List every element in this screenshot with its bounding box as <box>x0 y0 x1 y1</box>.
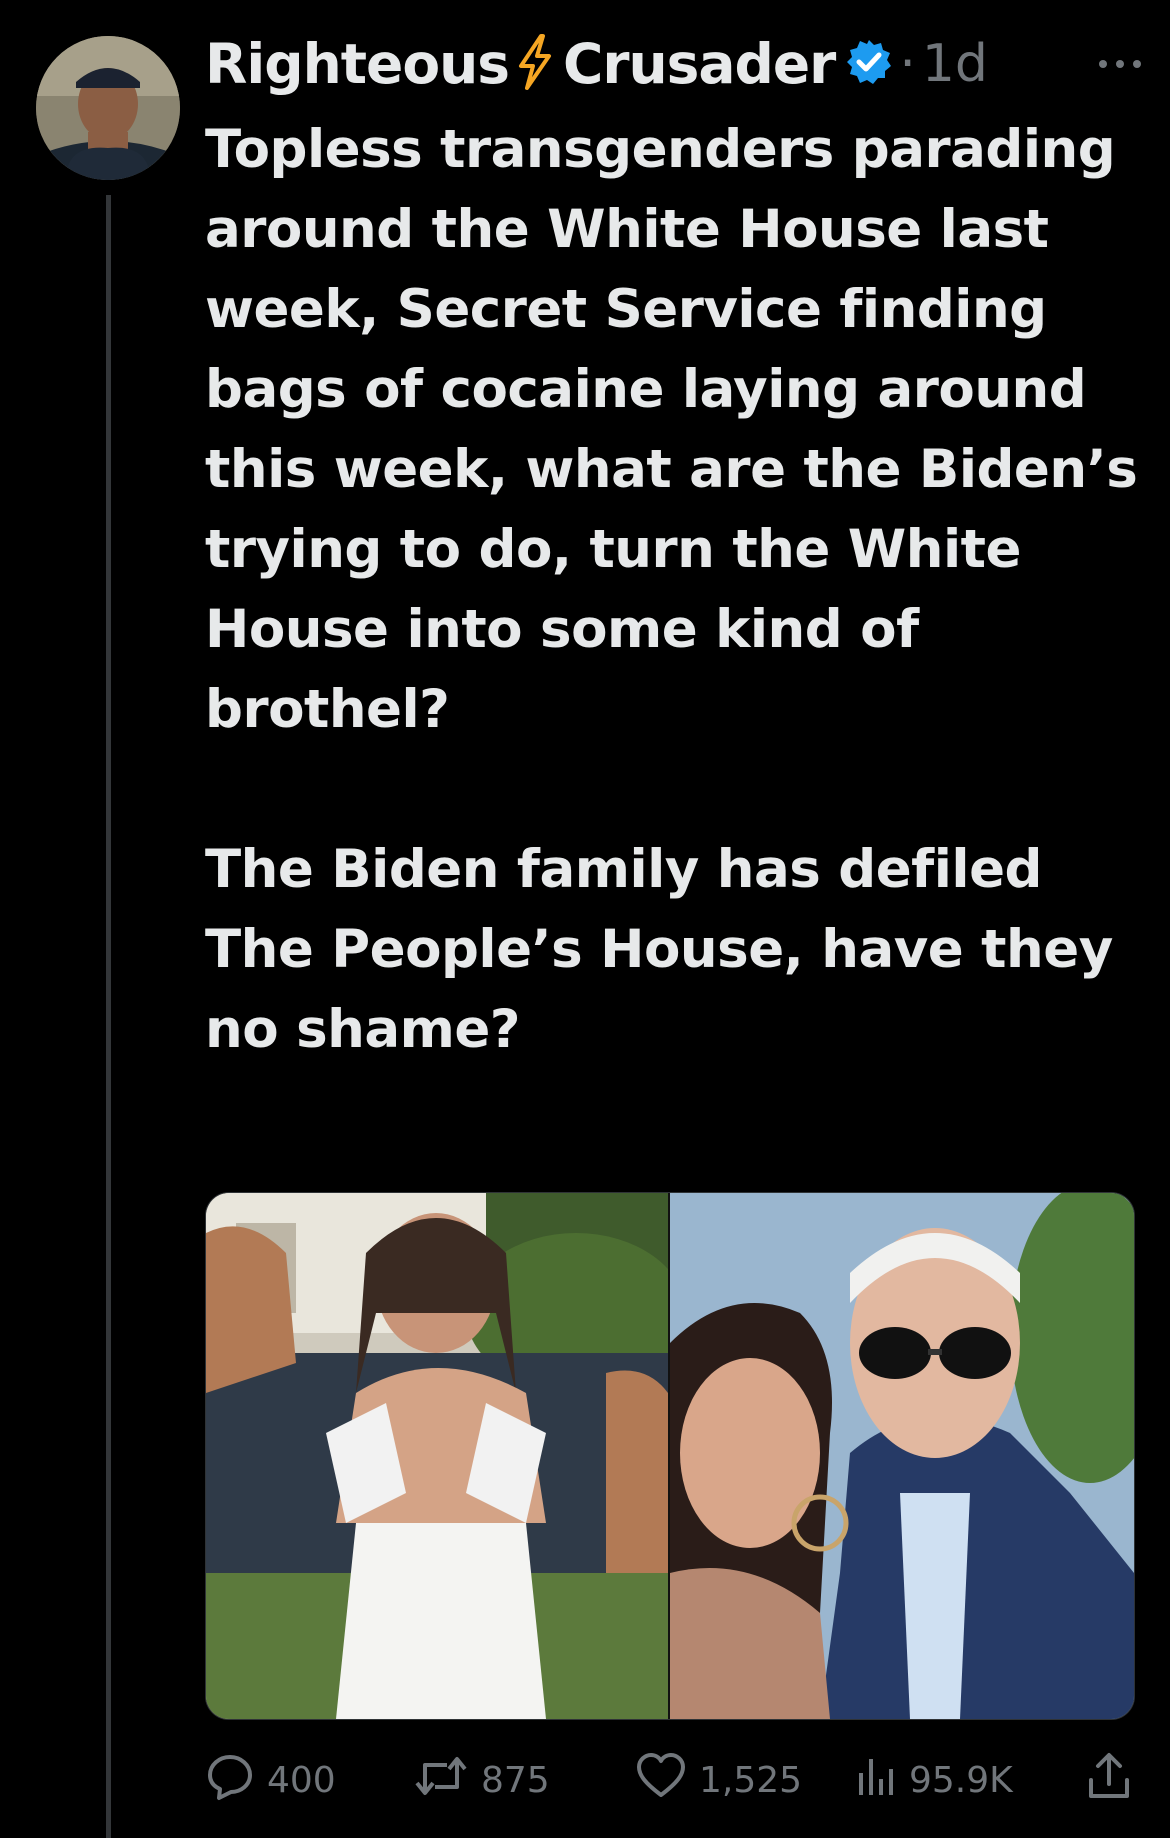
reply-icon <box>205 1751 255 1810</box>
more-options-icon[interactable] <box>1095 54 1145 78</box>
author-name-last[interactable]: Crusader <box>563 32 836 96</box>
avatar-image <box>36 36 180 180</box>
like-button[interactable]: 1,525 <box>635 1752 802 1808</box>
thread-line <box>106 195 111 1838</box>
avatar[interactable] <box>36 36 180 180</box>
views-count: 95.9K <box>909 1759 1013 1801</box>
share-button[interactable] <box>1085 1752 1133 1808</box>
views-button[interactable]: 95.9K <box>853 1752 1013 1808</box>
share-icon <box>1085 1750 1133 1811</box>
post-text: Topless transgenders parading around the… <box>205 110 1150 1070</box>
reply-count: 400 <box>267 1759 336 1801</box>
reply-button[interactable]: 400 <box>205 1752 336 1808</box>
repost-icon <box>413 1751 469 1810</box>
media-grid[interactable] <box>205 1192 1135 1720</box>
author-name-first[interactable]: Righteous <box>205 32 510 96</box>
heart-icon <box>635 1751 687 1810</box>
repost-count: 875 <box>481 1759 550 1801</box>
header-separator: · <box>899 34 916 94</box>
verified-badge-icon[interactable] <box>845 38 893 90</box>
post-header: Righteous Crusader · 1d <box>205 28 1145 100</box>
repost-button[interactable]: 875 <box>413 1752 550 1808</box>
like-count: 1,525 <box>699 1759 803 1801</box>
views-icon <box>853 1751 897 1810</box>
post-timestamp[interactable]: 1d <box>922 34 988 94</box>
post-paragraph: Topless transgenders parading around the… <box>205 119 1138 740</box>
action-bar: 400 875 1,525 95.9K <box>205 1752 1135 1808</box>
lightning-bolt-icon <box>515 34 555 94</box>
media-photo-1[interactable] <box>206 1193 668 1719</box>
media-photo-2[interactable] <box>670 1193 1134 1719</box>
post-paragraph: The Biden family has defiled The People’… <box>205 839 1113 1060</box>
